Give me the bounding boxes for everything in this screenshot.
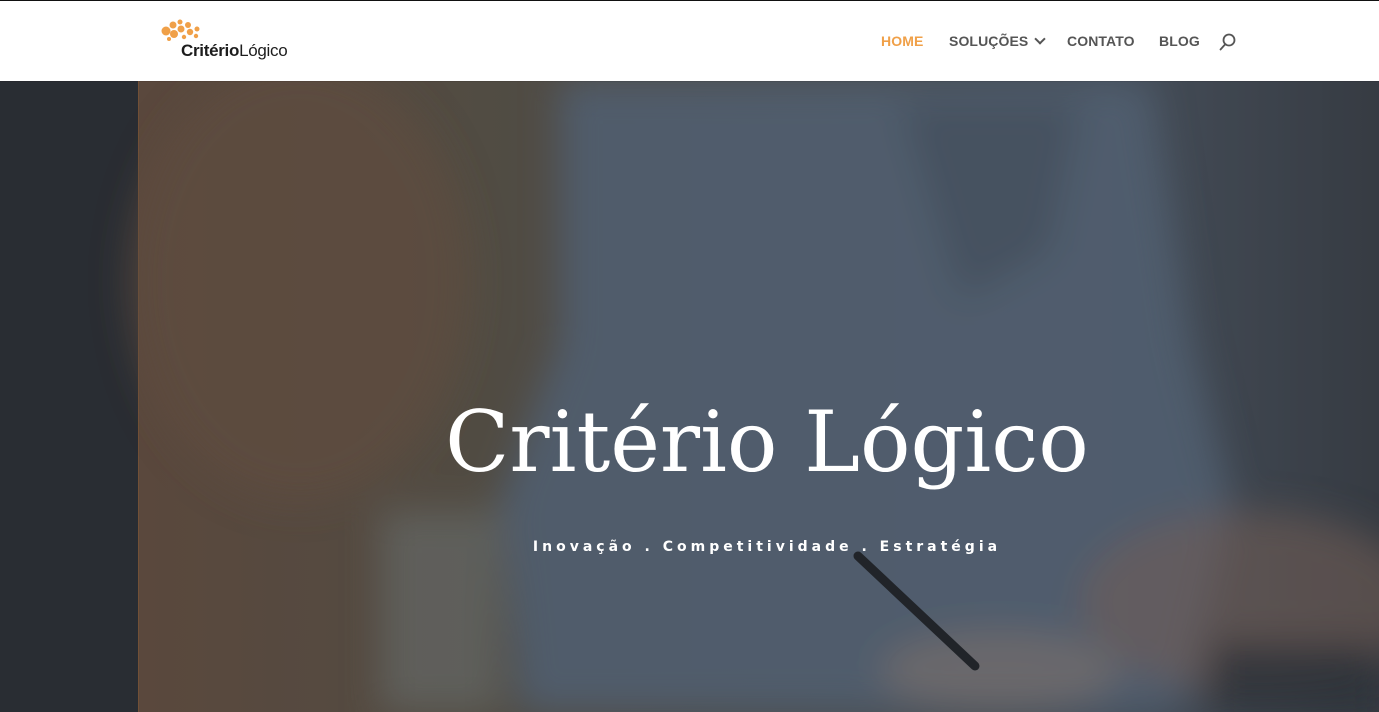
logo-name-light: Lógico (239, 41, 288, 60)
site-header: CritérioLógico HOME SOLUÇÕES CONTATO BLO… (0, 1, 1379, 81)
nav-blog[interactable]: BLOG (1159, 33, 1200, 49)
logo-name-bold: Critério (181, 41, 240, 60)
nav-home[interactable]: HOME (881, 33, 923, 49)
nav-solucoes-label: SOLUÇÕES (949, 33, 1029, 49)
nav-contato[interactable]: CONTATO (1067, 33, 1135, 49)
hero-section: Critério Lógico Inovação . Competitivida… (0, 81, 1379, 712)
search-icon[interactable] (1218, 32, 1238, 52)
nav-solucoes[interactable]: SOLUÇÕES (949, 33, 1047, 49)
hero-subtitle: Inovação . Competitividade . Estratégia (532, 539, 1002, 555)
hero-title: Critério Lógico (445, 393, 1089, 491)
chevron-down-icon (1034, 33, 1047, 45)
site-logo[interactable]: CritérioLógico (160, 17, 320, 65)
logo-wordmark: CritérioLógico (181, 41, 288, 61)
